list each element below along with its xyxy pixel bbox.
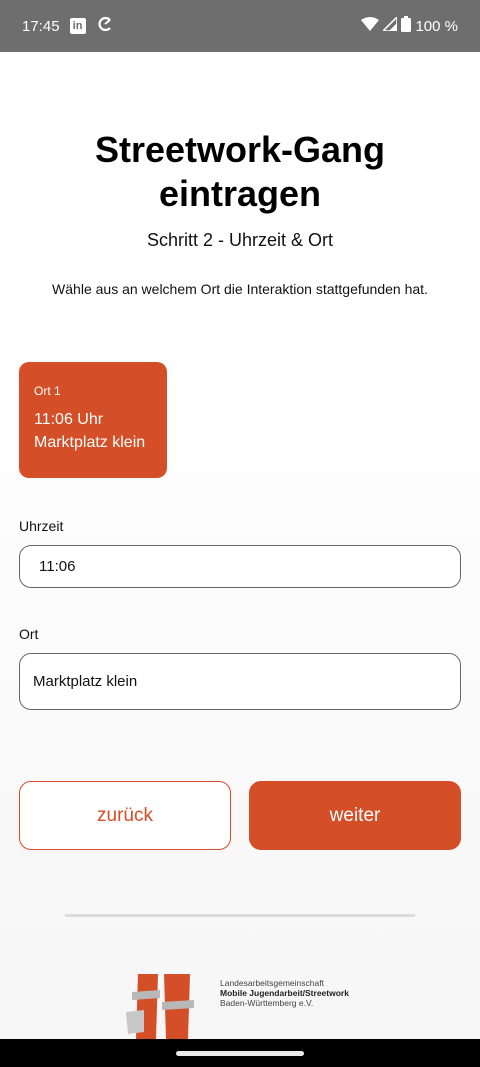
organization-name: Landesarbeitsgemeinschaft Mobile Jugenda… (220, 978, 349, 1008)
place-input[interactable] (19, 653, 461, 710)
organization-name-line-3: Baden-Württemberg e.V. (220, 998, 314, 1008)
time-input[interactable] (19, 545, 461, 588)
sync-icon (96, 15, 114, 37)
step-subtitle: Schritt 2 - Uhrzeit & Ort (146, 230, 334, 250)
battery-icon (401, 16, 412, 36)
organization-logo: Landesarbeitsgemeinschaft Mobile Jugenda… (124, 972, 374, 1039)
organization-name-line-2: Mobile Jugendarbeit/Streetwork (220, 988, 349, 998)
back-button[interactable]: zurück (19, 781, 231, 850)
location-card[interactable]: Ort 1 11:06 Uhr Marktplatz klein (19, 362, 167, 478)
linkedin-icon: in (69, 18, 86, 34)
navigation-bar (0, 1039, 480, 1067)
location-card-time: 11:06 Uhr (34, 411, 104, 428)
location-card-label: Ort 1 (34, 384, 61, 398)
location-card-place: Marktplatz klein (34, 434, 146, 451)
cellular-signal-icon (381, 15, 399, 35)
next-button[interactable]: weiter (249, 781, 461, 850)
organization-name-line-1: Landesarbeitsgemeinschaft (220, 978, 324, 988)
wifi-icon (361, 17, 380, 35)
time-field-label: Uhrzeit (19, 518, 64, 534)
divider (65, 914, 415, 917)
page-title-line-1: Streetwork-Gang (94, 129, 386, 170)
home-gesture-handle[interactable] (176, 1051, 304, 1056)
page-title-line-2: eintragen (158, 173, 322, 214)
battery-percentage: 100 % (415, 17, 458, 35)
status-bar: 17:45 in 100 % (0, 0, 480, 52)
place-field-label: Ort (19, 626, 39, 642)
status-time: 17:45 (22, 17, 60, 35)
instruction-text: Wähle aus an welchem Ort die Interaktion… (52, 281, 428, 297)
main-content: Streetwork-Gang eintragen Schritt 2 - Uh… (0, 52, 480, 1039)
page-title: Streetwork-Gang eintragen (0, 128, 480, 216)
organization-logo-mark (126, 974, 194, 1039)
